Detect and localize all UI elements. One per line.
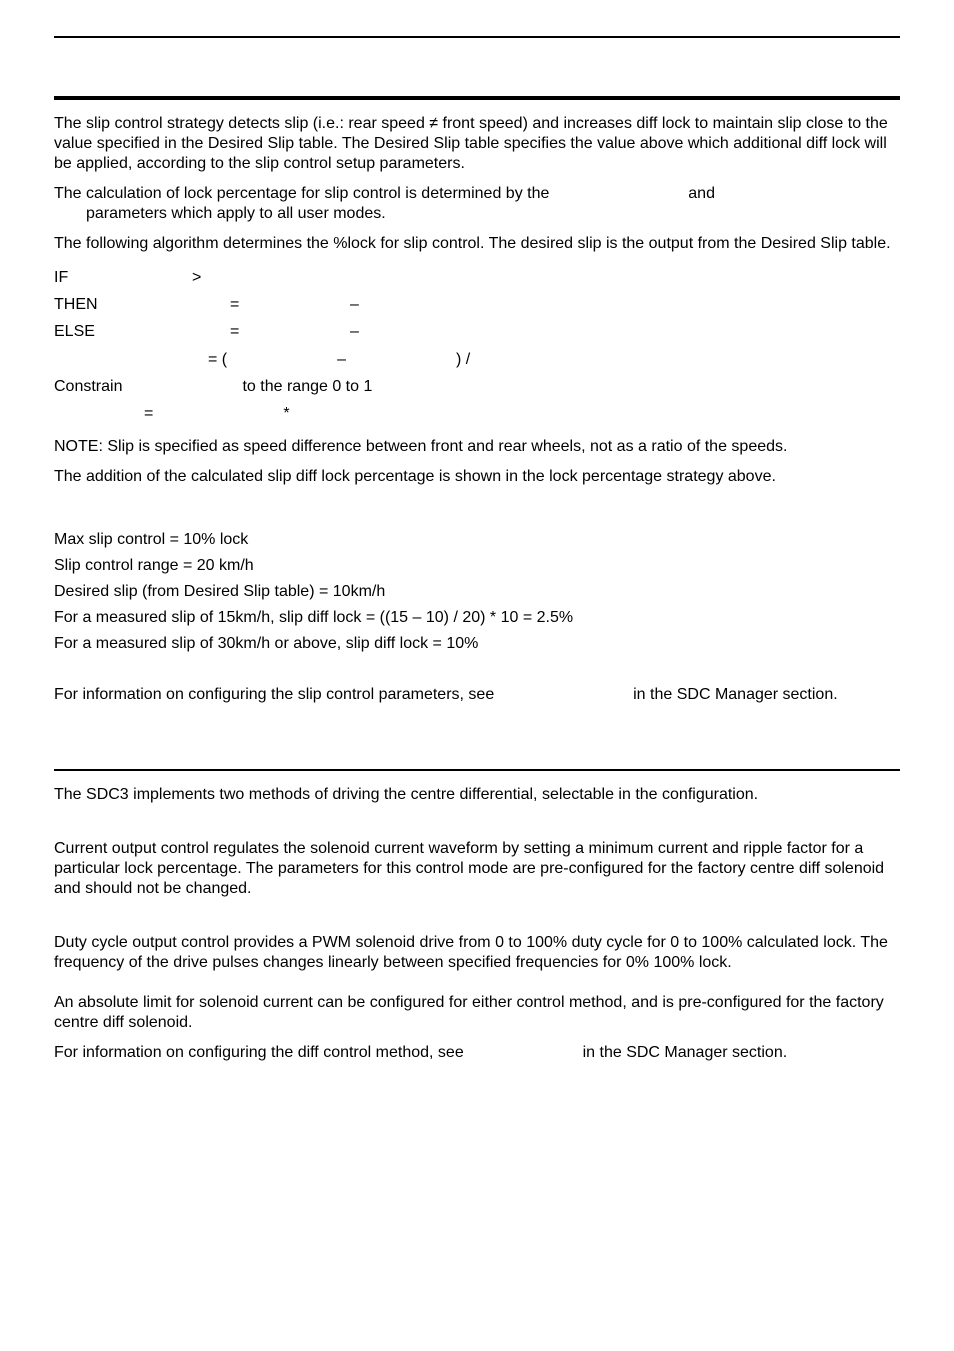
paragraph-addition: The addition of the calculated slip diff… xyxy=(54,467,900,487)
algo-row-then: THEN = – xyxy=(54,291,900,318)
algo-keyword-constrain: Constrain xyxy=(54,373,122,400)
algo-keyword-then: THEN xyxy=(54,291,156,318)
algo-minus: – xyxy=(337,346,346,373)
text-fragment: The calculation of lock percentage for s… xyxy=(54,185,554,202)
page-top-rule xyxy=(54,36,900,38)
paragraph-duty-cycle: Duty cycle output control provides a PWM… xyxy=(54,933,900,973)
paragraph-sdc3-intro: The SDC3 implements two methods of drivi… xyxy=(54,785,900,805)
example-line-1: Max slip control = 10% lock xyxy=(54,531,900,549)
text-fragment: in the SDC Manager section. xyxy=(583,1044,788,1061)
paragraph-slip-strategy: The slip control strategy detects slip (… xyxy=(54,114,900,174)
algorithm-block: IF > THEN = – ELSE = – = ( – ) / xyxy=(54,264,900,427)
paragraph-info-slip: For information on configuring the slip … xyxy=(54,685,900,705)
algo-row-multiply: = * xyxy=(54,400,900,427)
algo-eq: = xyxy=(144,400,153,427)
text-fragment: in the SDC Manager section. xyxy=(633,686,838,703)
algo-minus: – xyxy=(350,318,359,345)
section-heading-output-control xyxy=(54,749,900,763)
text-fragment: For information on configuring the diff … xyxy=(54,1044,468,1061)
text-fragment: parameters which apply to all user modes… xyxy=(54,205,386,222)
text-fragment: For information on configuring the slip … xyxy=(54,686,499,703)
algo-keyword-else: ELSE xyxy=(54,318,156,345)
algo-row-constrain: Constrain to the range 0 to 1 xyxy=(54,373,900,400)
paragraph-algorithm-intro: The following algorithm determines the %… xyxy=(54,234,900,254)
example-block: Max slip control = 10% lock Slip control… xyxy=(54,531,900,653)
paragraph-current-output: Current output control regulates the sol… xyxy=(54,839,900,899)
example-line-2: Slip control range = 20 km/h xyxy=(54,557,900,575)
algo-row-else: ELSE = – xyxy=(54,318,900,345)
example-line-5: For a measured slip of 30km/h or above, … xyxy=(54,635,900,653)
algo-keyword-if: IF xyxy=(54,264,156,291)
section-rule-2 xyxy=(54,769,900,771)
algo-minus: – xyxy=(350,291,359,318)
algo-row-if: IF > xyxy=(54,264,900,291)
algo-gt: > xyxy=(192,264,201,291)
algo-eq: = xyxy=(230,318,266,345)
paragraph-note: NOTE: Slip is specified as speed differe… xyxy=(54,437,900,457)
algo-eq: = xyxy=(230,291,266,318)
text-fragment: and xyxy=(688,185,719,202)
example-line-4: For a measured slip of 15km/h, slip diff… xyxy=(54,609,900,627)
section-rule-1 xyxy=(54,96,900,100)
algo-range-text: to the range 0 to 1 xyxy=(242,373,372,400)
algo-row-ratio: = ( – ) / xyxy=(54,346,900,373)
algo-star: * xyxy=(283,400,289,427)
page-container: The slip control strategy detects slip (… xyxy=(0,0,954,1133)
paragraph-info-diff: For information on configuring the diff … xyxy=(54,1043,900,1063)
algo-eq-open-paren: = ( xyxy=(208,346,227,373)
section-heading-slip-control xyxy=(54,76,900,90)
paragraph-calc-lock: The calculation of lock percentage for s… xyxy=(54,184,900,224)
paragraph-absolute-limit: An absolute limit for solenoid current c… xyxy=(54,993,900,1033)
algo-close-paren-divide: ) / xyxy=(456,346,470,373)
example-line-3: Desired slip (from Desired Slip table) =… xyxy=(54,583,900,601)
